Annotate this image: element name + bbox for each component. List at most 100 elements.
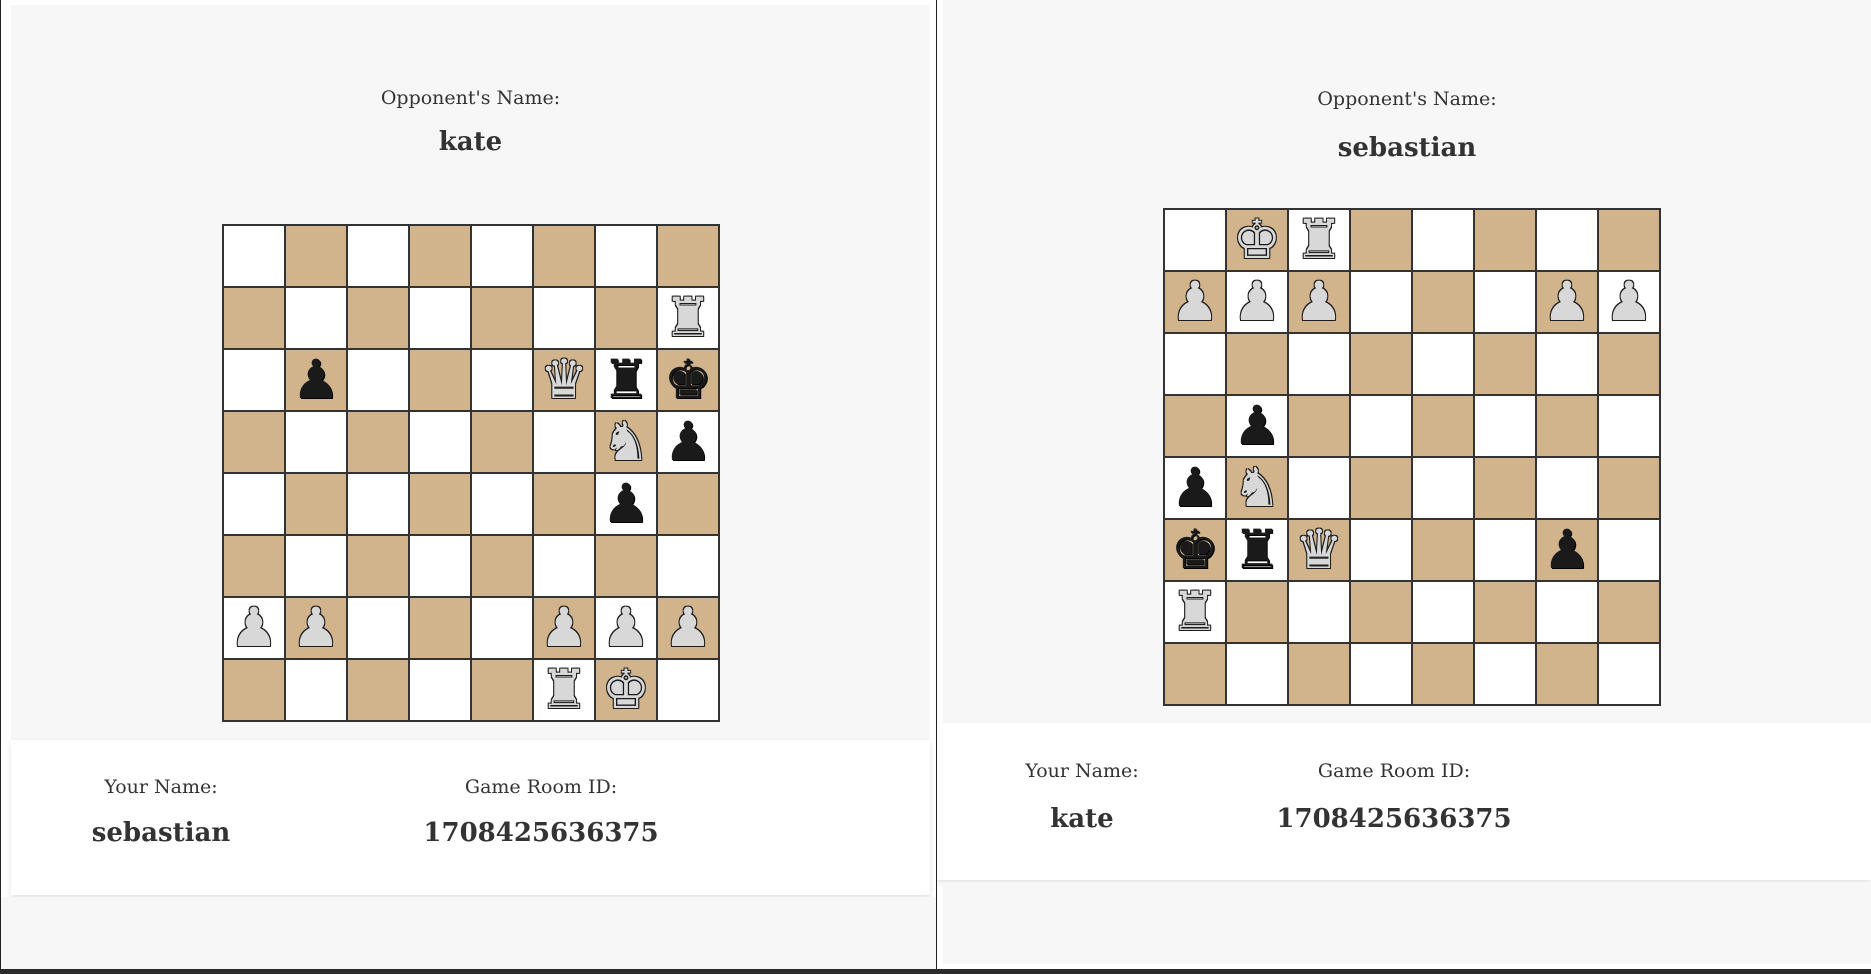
square-d8[interactable]: [409, 225, 471, 287]
square-g8[interactable]: [595, 225, 657, 287]
square-a3[interactable]: ♚: [1164, 519, 1226, 581]
square-c1[interactable]: [1288, 643, 1350, 705]
white-pawn-icon[interactable]: ♟: [1543, 275, 1591, 329]
white-queen-icon[interactable]: ♛: [540, 353, 588, 407]
square-b1[interactable]: [1226, 643, 1288, 705]
square-f5[interactable]: [533, 411, 595, 473]
square-f3[interactable]: [1474, 519, 1536, 581]
square-h5[interactable]: [1598, 395, 1660, 457]
square-h3[interactable]: [1598, 519, 1660, 581]
square-g3[interactable]: ♟: [1536, 519, 1598, 581]
square-e3[interactable]: [1412, 519, 1474, 581]
white-knight-icon[interactable]: ♞: [1233, 461, 1281, 515]
square-e4[interactable]: [1412, 457, 1474, 519]
square-e5[interactable]: [1412, 395, 1474, 457]
square-f4[interactable]: [533, 473, 595, 535]
square-g8[interactable]: [1536, 209, 1598, 271]
white-rook-icon[interactable]: ♜: [1171, 585, 1219, 639]
square-c3[interactable]: ♛: [1288, 519, 1350, 581]
square-a6[interactable]: [1164, 333, 1226, 395]
square-a2[interactable]: ♟: [223, 597, 285, 659]
black-pawn-icon[interactable]: ♟: [1543, 523, 1591, 577]
square-h3[interactable]: [657, 535, 719, 597]
square-b3[interactable]: [285, 535, 347, 597]
square-a4[interactable]: ♟: [1164, 457, 1226, 519]
square-c5[interactable]: [347, 411, 409, 473]
square-g1[interactable]: [1536, 643, 1598, 705]
square-b4[interactable]: ♞: [1226, 457, 1288, 519]
square-h1[interactable]: [1598, 643, 1660, 705]
square-d3[interactable]: [409, 535, 471, 597]
square-d6[interactable]: [409, 349, 471, 411]
square-b2[interactable]: [1226, 581, 1288, 643]
square-g7[interactable]: ♟: [1536, 271, 1598, 333]
square-g4[interactable]: ♟: [595, 473, 657, 535]
square-d3[interactable]: [1350, 519, 1412, 581]
square-c8[interactable]: ♜: [1288, 209, 1350, 271]
square-a8[interactable]: [223, 225, 285, 287]
square-g2[interactable]: [1536, 581, 1598, 643]
square-f2[interactable]: [1474, 581, 1536, 643]
square-h8[interactable]: [657, 225, 719, 287]
square-g5[interactable]: [1536, 395, 1598, 457]
square-g5[interactable]: ♞: [595, 411, 657, 473]
square-h2[interactable]: [1598, 581, 1660, 643]
square-h6[interactable]: [1598, 333, 1660, 395]
white-queen-icon[interactable]: ♛: [1295, 523, 1343, 577]
white-king-icon[interactable]: ♚: [602, 663, 650, 717]
square-e3[interactable]: [471, 535, 533, 597]
square-c1[interactable]: [347, 659, 409, 721]
chess-board[interactable]: ♚ ♜ ♟ ♟ ♟ ♟ ♟ ♟ ♟ ♞ ♚ ♜ ♛ ♟ ♜: [1163, 208, 1661, 706]
square-h8[interactable]: [1598, 209, 1660, 271]
square-c4[interactable]: [347, 473, 409, 535]
square-d4[interactable]: [409, 473, 471, 535]
white-rook-icon[interactable]: ♜: [540, 663, 588, 717]
square-f1[interactable]: [1474, 643, 1536, 705]
square-e1[interactable]: [471, 659, 533, 721]
square-f6[interactable]: [1474, 333, 1536, 395]
square-b1[interactable]: [285, 659, 347, 721]
black-king-icon[interactable]: ♚: [1171, 523, 1219, 577]
square-d4[interactable]: [1350, 457, 1412, 519]
square-b5[interactable]: ♟: [1226, 395, 1288, 457]
square-a5[interactable]: [223, 411, 285, 473]
square-e7[interactable]: [471, 287, 533, 349]
square-g6[interactable]: ♜: [595, 349, 657, 411]
square-a1[interactable]: [1164, 643, 1226, 705]
white-pawn-icon[interactable]: ♟: [540, 601, 588, 655]
black-rook-icon[interactable]: ♜: [602, 353, 650, 407]
square-b6[interactable]: [1226, 333, 1288, 395]
square-d2[interactable]: [409, 597, 471, 659]
square-f4[interactable]: [1474, 457, 1536, 519]
square-d6[interactable]: [1350, 333, 1412, 395]
square-f8[interactable]: [1474, 209, 1536, 271]
white-pawn-icon[interactable]: ♟: [1295, 275, 1343, 329]
square-g2[interactable]: ♟: [595, 597, 657, 659]
square-a6[interactable]: [223, 349, 285, 411]
square-a3[interactable]: [223, 535, 285, 597]
square-e6[interactable]: [1412, 333, 1474, 395]
square-c7[interactable]: ♟: [1288, 271, 1350, 333]
white-pawn-icon[interactable]: ♟: [1233, 275, 1281, 329]
square-h5[interactable]: ♟: [657, 411, 719, 473]
square-h7[interactable]: ♜: [657, 287, 719, 349]
square-c6[interactable]: [347, 349, 409, 411]
square-e1[interactable]: [1412, 643, 1474, 705]
square-c7[interactable]: [347, 287, 409, 349]
square-g4[interactable]: [1536, 457, 1598, 519]
square-f7[interactable]: [533, 287, 595, 349]
square-a4[interactable]: [223, 473, 285, 535]
square-a8[interactable]: [1164, 209, 1226, 271]
black-king-icon[interactable]: ♚: [664, 353, 712, 407]
square-b8[interactable]: [285, 225, 347, 287]
square-d1[interactable]: [409, 659, 471, 721]
square-e2[interactable]: [471, 597, 533, 659]
square-g1[interactable]: ♚: [595, 659, 657, 721]
square-d2[interactable]: [1350, 581, 1412, 643]
square-f3[interactable]: [533, 535, 595, 597]
black-pawn-icon[interactable]: ♟: [1233, 399, 1281, 453]
white-pawn-icon[interactable]: ♟: [230, 601, 278, 655]
square-e7[interactable]: [1412, 271, 1474, 333]
square-e2[interactable]: [1412, 581, 1474, 643]
square-f5[interactable]: [1474, 395, 1536, 457]
